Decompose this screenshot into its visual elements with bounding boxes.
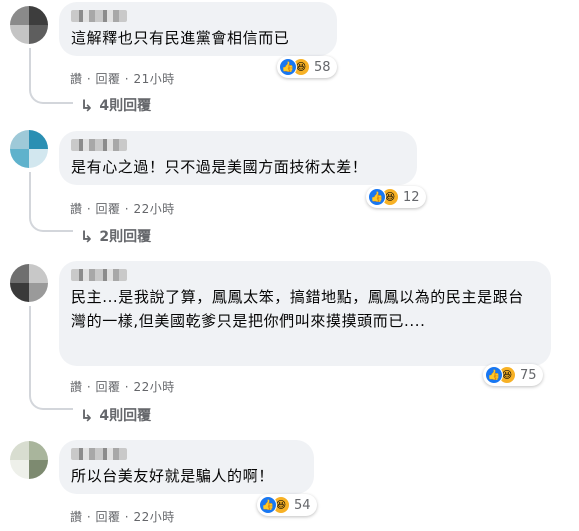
reply-link[interactable]: 回覆 (95, 72, 120, 86)
reply-link[interactable]: 回覆 (95, 202, 120, 216)
comment-actions: 讚 · 回覆 · 22小時 (70, 510, 175, 524)
reaction-count: 12 (403, 189, 420, 205)
timestamp[interactable]: 22小時 (133, 510, 174, 524)
comment-bubble: 是有心之過！只不過是美國方面技術太差！ (59, 131, 417, 185)
avatar[interactable] (10, 130, 48, 168)
thread-line (29, 172, 31, 216)
thread-curve (29, 86, 73, 104)
comment-text: 是有心之過！只不過是美國方面技術太差！ (71, 158, 368, 176)
avatar[interactable] (10, 441, 48, 479)
avatar-image (10, 264, 48, 302)
comment-actions: 讚 · 回覆 · 21小時 (70, 72, 175, 86)
reply-arrow-icon: ↳ (80, 95, 94, 115)
timestamp[interactable]: 22小時 (133, 380, 174, 394)
comment-actions: 讚 · 回覆 · 22小時 (70, 380, 175, 394)
view-replies-button[interactable]: ↳ 4則回覆 (80, 95, 151, 115)
avatar-image (10, 6, 48, 44)
thread-line (29, 306, 31, 394)
thread-curve (29, 392, 73, 410)
commenter-name-blurred[interactable] (71, 10, 127, 22)
comment-actions: 讚 · 回覆 · 22小時 (70, 202, 175, 216)
thumbs-up-icon: 👍 (279, 58, 297, 76)
comment-bubble: 民主...是我說了算，鳳鳳太笨，搞錯地點，鳳鳳以為的民主是跟台灣的一樣,但美國乾… (59, 261, 551, 366)
thumbs-up-icon: 👍 (485, 366, 503, 384)
avatar[interactable] (10, 264, 48, 302)
reply-link[interactable]: 回覆 (95, 510, 120, 524)
reaction-summary[interactable]: 👍 😆 54 (257, 494, 317, 516)
like-link[interactable]: 讚 (70, 72, 83, 86)
reply-arrow-icon: ↳ (80, 405, 94, 425)
comment-bubble: 所以台美友好就是騙人的啊！ (59, 440, 314, 494)
reaction-count: 58 (314, 59, 331, 75)
avatar-image (10, 441, 48, 479)
comment-text: 這解釋也只有民進黨會相信而已 (71, 29, 290, 47)
avatar-image (10, 130, 48, 168)
like-link[interactable]: 讚 (70, 510, 83, 524)
commenter-name-blurred[interactable] (71, 269, 127, 281)
commenter-name-blurred[interactable] (71, 139, 127, 151)
reply-link[interactable]: 回覆 (95, 380, 120, 394)
timestamp[interactable]: 22小時 (133, 202, 174, 216)
commenter-name-blurred[interactable] (71, 448, 127, 460)
reaction-count: 54 (294, 497, 311, 513)
reaction-summary[interactable]: 👍 😆 58 (277, 56, 337, 78)
timestamp[interactable]: 21小時 (133, 72, 174, 86)
view-replies-button[interactable]: ↳ 2則回覆 (80, 226, 151, 246)
reply-arrow-icon: ↳ (80, 226, 94, 246)
reaction-count: 75 (520, 367, 537, 383)
thumbs-up-icon: 👍 (368, 188, 386, 206)
view-replies-button[interactable]: ↳ 4則回覆 (80, 405, 151, 425)
avatar[interactable] (10, 6, 48, 44)
thread-line (29, 48, 31, 88)
thumbs-up-icon: 👍 (259, 496, 277, 514)
reaction-summary[interactable]: 👍 😆 12 (366, 186, 426, 208)
thread-curve (29, 214, 73, 232)
reaction-summary[interactable]: 👍 😆 75 (483, 364, 543, 386)
comment-bubble: 這解釋也只有民進黨會相信而已 (59, 2, 337, 56)
comment-text: 民主...是我說了算，鳳鳳太笨，搞錯地點，鳳鳳以為的民主是跟台灣的一樣,但美國乾… (71, 288, 524, 330)
comment-text: 所以台美友好就是騙人的啊！ (71, 467, 274, 485)
